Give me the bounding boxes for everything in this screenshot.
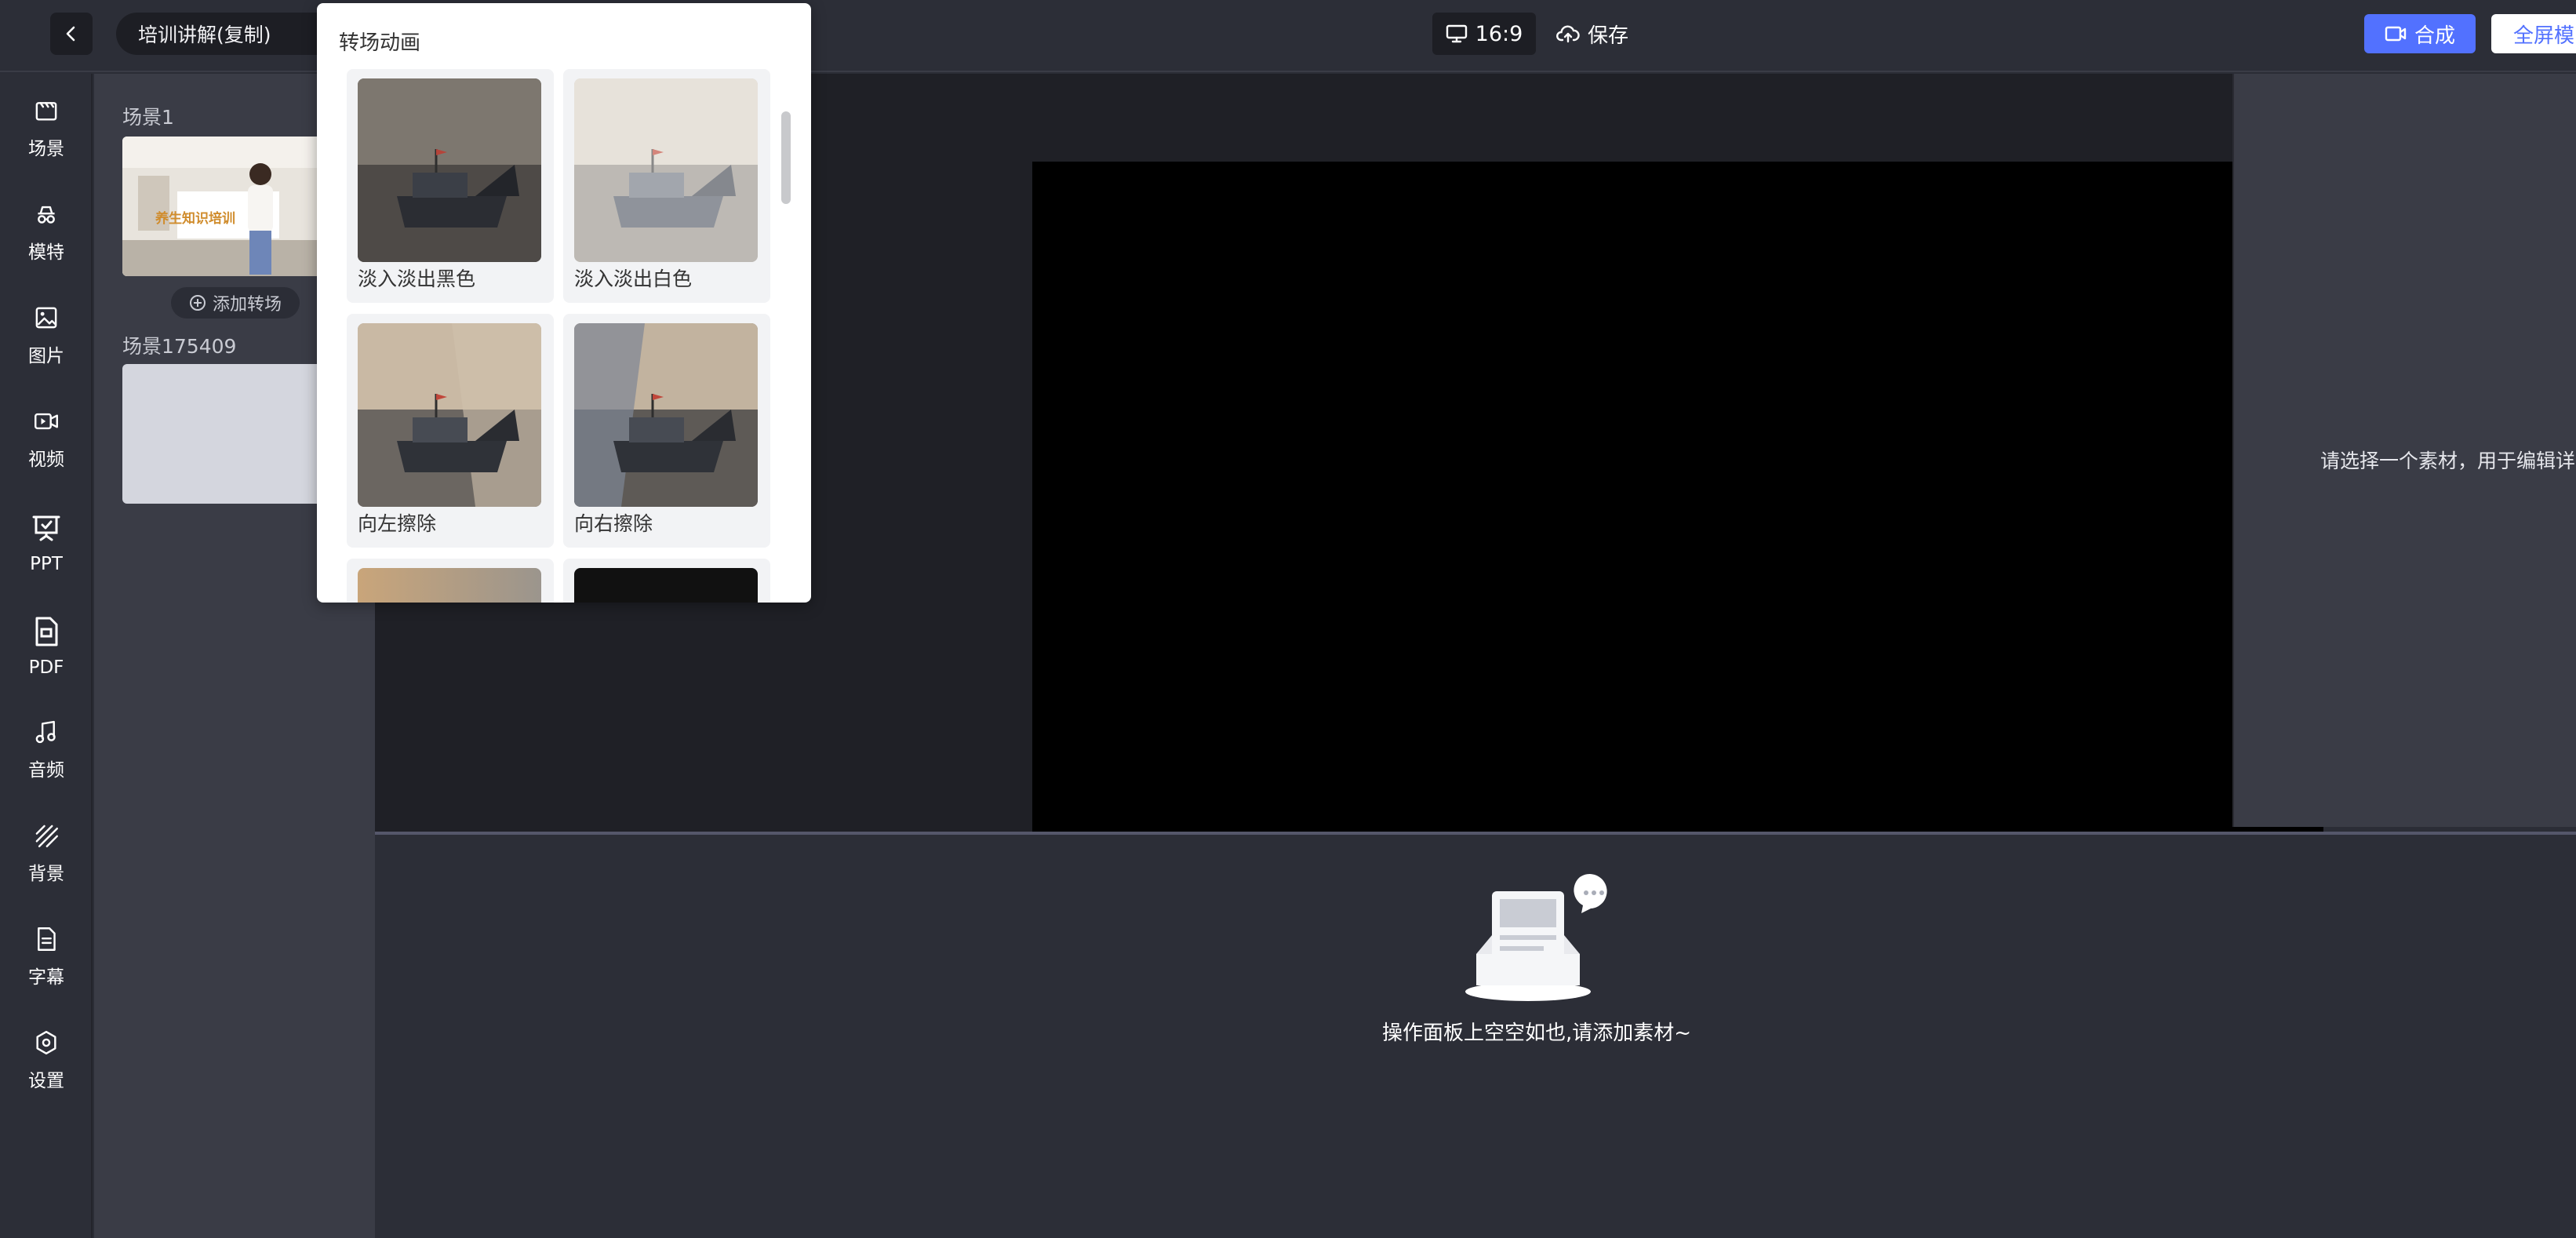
transition-label: 向右擦除 bbox=[574, 512, 653, 535]
transition-thumbnail bbox=[358, 568, 541, 603]
fullscreen-button[interactable]: 全屏模 bbox=[2491, 14, 2576, 53]
properties-hint: 请选择一个素材，用于编辑详 bbox=[2320, 450, 2576, 472]
rail-label: 图片 bbox=[28, 346, 64, 366]
music-icon bbox=[35, 720, 56, 744]
empty-operations-text: 操作面板上空空如也,请添加素材~ bbox=[1382, 1021, 1692, 1045]
scene-title: 场景1 bbox=[122, 106, 174, 129]
transition-item[interactable] bbox=[563, 559, 770, 603]
rail-label: 设置 bbox=[28, 1071, 64, 1091]
ppt-icon bbox=[32, 515, 60, 541]
add-transition-label: 添加转场 bbox=[212, 295, 282, 315]
scene-icon bbox=[35, 102, 57, 121]
video-icon bbox=[35, 413, 58, 430]
video-export-icon bbox=[2385, 26, 2407, 42]
rail-label: PPT bbox=[30, 554, 63, 574]
rail-label: 字幕 bbox=[28, 967, 64, 988]
tool-rail: 场景 模特 图片 视频 PPT PDF 音频 背景 字幕 设置 bbox=[0, 74, 93, 1238]
transition-item-wipe-left[interactable]: 向左擦除 bbox=[347, 314, 554, 548]
transition-thumbnail bbox=[358, 78, 541, 262]
image-icon bbox=[35, 307, 57, 329]
rail-item-subtitle[interactable]: 字幕 bbox=[0, 902, 93, 989]
transition-thumbnail bbox=[574, 78, 758, 262]
project-title[interactable]: 培训讲解(复制) bbox=[116, 13, 351, 55]
rail-item-scene[interactable]: 场景 bbox=[0, 74, 93, 160]
aspect-ratio-button[interactable]: 16:9 bbox=[1432, 13, 1536, 55]
project-title-text: 培训讲解(复制) bbox=[138, 24, 271, 46]
rail-item-settings[interactable]: 设置 bbox=[0, 1006, 93, 1092]
rail-label: 场景 bbox=[28, 139, 64, 159]
add-transition-button[interactable]: 添加转场 bbox=[171, 287, 300, 319]
rail-item-model[interactable]: 模特 bbox=[0, 177, 93, 264]
background-icon bbox=[35, 825, 58, 847]
fullscreen-label: 全屏模 bbox=[2513, 24, 2575, 48]
save-button[interactable]: 保存 bbox=[1556, 13, 1628, 55]
rail-item-music[interactable]: 音频 bbox=[0, 695, 93, 781]
transition-popup: 转场动画 淡入淡出黑色 淡入淡出白色 向左擦除 向右擦除 bbox=[317, 3, 811, 603]
popup-scrollbar[interactable] bbox=[781, 111, 791, 204]
rail-item-image[interactable]: 图片 bbox=[0, 281, 93, 367]
rail-label: PDF bbox=[28, 657, 64, 678]
transition-label: 淡入淡出黑色 bbox=[358, 268, 476, 290]
settings-icon bbox=[36, 1031, 56, 1054]
model-icon bbox=[38, 206, 55, 224]
transition-thumbnail bbox=[574, 323, 758, 507]
compose-label: 合成 bbox=[2414, 24, 2455, 48]
back-button[interactable] bbox=[50, 13, 93, 55]
cloud-upload-icon bbox=[1556, 25, 1580, 43]
rail-label: 背景 bbox=[28, 864, 64, 884]
rail-item-video[interactable]: 视频 bbox=[0, 384, 93, 471]
rail-item-ppt[interactable]: PPT bbox=[0, 488, 93, 574]
scene-title: 场景175409 bbox=[122, 335, 237, 358]
compose-button[interactable]: 合成 bbox=[2364, 14, 2476, 53]
transition-item-wipe-right[interactable]: 向右擦除 bbox=[563, 314, 770, 548]
transition-label: 向左擦除 bbox=[358, 512, 437, 535]
subtitle-icon bbox=[38, 927, 56, 951]
transition-label: 淡入淡出白色 bbox=[574, 268, 693, 290]
rail-label: 视频 bbox=[28, 450, 64, 470]
save-label: 保存 bbox=[1588, 24, 1629, 48]
popup-title: 转场动画 bbox=[339, 31, 421, 55]
transition-item-fade-white[interactable]: 淡入淡出白色 bbox=[563, 69, 770, 303]
rail-label: 音频 bbox=[28, 760, 64, 781]
rail-item-background[interactable]: 背景 bbox=[0, 799, 93, 885]
chevron-left-icon bbox=[66, 26, 75, 42]
aspect-ratio-label: 16:9 bbox=[1475, 21, 1523, 46]
transition-thumbnail bbox=[358, 323, 541, 507]
empty-inbox-illustration bbox=[1465, 874, 1607, 1001]
monitor-icon bbox=[1446, 24, 1467, 43]
transition-item-fade-black[interactable]: 淡入淡出黑色 bbox=[347, 69, 554, 303]
preview-canvas[interactable] bbox=[1032, 162, 2323, 887]
rail-item-pdf[interactable]: PDF bbox=[0, 592, 93, 678]
pdf-icon bbox=[35, 617, 58, 646]
scene-thumbnail-text: 养生知识培训 bbox=[155, 211, 235, 227]
transition-thumbnail bbox=[574, 568, 758, 603]
plus-circle-icon bbox=[189, 295, 206, 311]
transition-item[interactable] bbox=[347, 559, 554, 603]
rail-label: 模特 bbox=[28, 242, 64, 263]
